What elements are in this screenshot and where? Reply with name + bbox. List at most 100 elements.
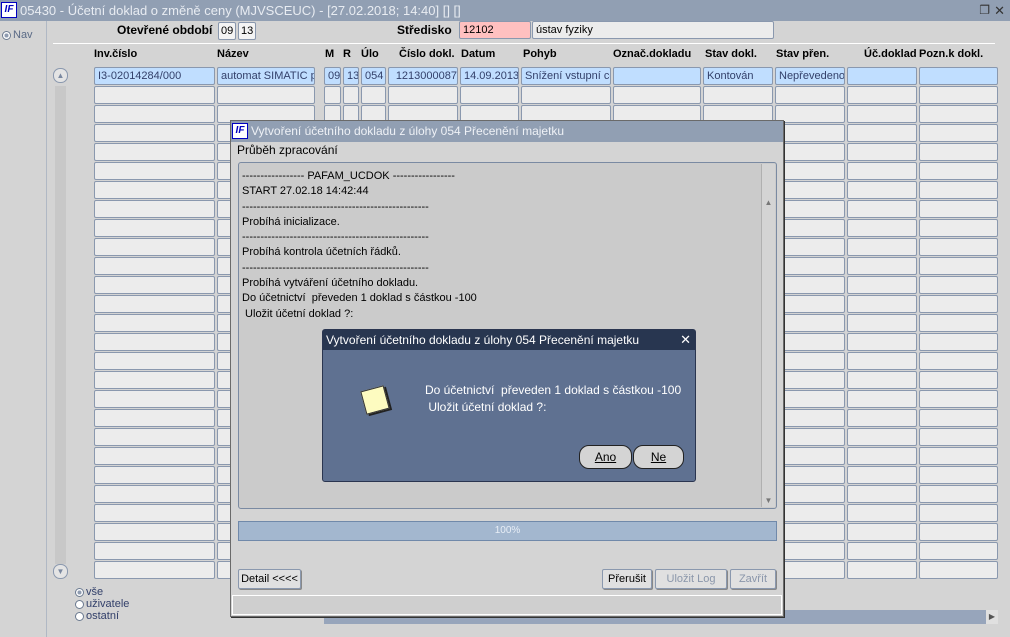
- empty-cell[interactable]: [94, 352, 215, 370]
- detail-button[interactable]: Detail <<<<: [238, 569, 301, 589]
- scroll-down-icon[interactable]: ▼: [762, 493, 775, 507]
- scroll-up-icon[interactable]: ▲: [762, 195, 775, 209]
- empty-cell[interactable]: [919, 542, 998, 560]
- no-button[interactable]: Ne: [633, 445, 684, 469]
- column-header[interactable]: Pohyb: [523, 48, 557, 60]
- empty-cell[interactable]: [775, 86, 845, 104]
- empty-cell[interactable]: [94, 86, 215, 104]
- empty-cell[interactable]: [94, 466, 215, 484]
- close-icon[interactable]: ✕: [680, 330, 691, 350]
- empty-cell[interactable]: [775, 143, 845, 161]
- empty-cell[interactable]: [94, 561, 215, 579]
- empty-cell[interactable]: [919, 352, 998, 370]
- scroll-down-button[interactable]: ▼: [53, 564, 68, 579]
- table-cell[interactable]: 054: [361, 67, 386, 85]
- table-cell[interactable]: Kontován: [703, 67, 773, 85]
- column-header[interactable]: Datum: [461, 48, 495, 60]
- scroll-right-button[interactable]: ▶: [986, 610, 998, 624]
- empty-cell[interactable]: [847, 295, 917, 313]
- empty-cell[interactable]: [919, 409, 998, 427]
- empty-cell[interactable]: [775, 181, 845, 199]
- empty-cell[interactable]: [847, 485, 917, 503]
- empty-cell[interactable]: [847, 200, 917, 218]
- empty-cell[interactable]: [775, 314, 845, 332]
- empty-cell[interactable]: [919, 295, 998, 313]
- table-cell[interactable]: 1213000087: [388, 67, 458, 85]
- scroll-up-button[interactable]: ▲: [53, 68, 68, 83]
- empty-cell[interactable]: [919, 485, 998, 503]
- empty-cell[interactable]: [775, 485, 845, 503]
- column-header[interactable]: Stav přen.: [776, 48, 829, 60]
- restore-icon[interactable]: ❐: [979, 0, 990, 21]
- column-header[interactable]: Stav dokl.: [705, 48, 757, 60]
- empty-cell[interactable]: [919, 124, 998, 142]
- empty-cell[interactable]: [847, 276, 917, 294]
- empty-cell[interactable]: [775, 428, 845, 446]
- empty-cell[interactable]: [919, 466, 998, 484]
- center-code-field[interactable]: 12102: [459, 21, 531, 39]
- empty-cell[interactable]: [94, 409, 215, 427]
- empty-cell[interactable]: [847, 105, 917, 123]
- empty-cell[interactable]: [847, 390, 917, 408]
- empty-cell[interactable]: [775, 447, 845, 465]
- empty-cell[interactable]: [919, 314, 998, 332]
- column-header[interactable]: Úlo: [361, 48, 379, 60]
- column-header[interactable]: Úč.doklad: [864, 48, 917, 60]
- empty-cell[interactable]: [775, 219, 845, 237]
- column-header[interactable]: Inv.číslo: [94, 48, 137, 60]
- table-cell[interactable]: 13: [343, 67, 359, 85]
- empty-cell[interactable]: [919, 162, 998, 180]
- empty-cell[interactable]: [343, 86, 359, 104]
- empty-cell[interactable]: [847, 86, 917, 104]
- table-cell[interactable]: 09: [324, 67, 341, 85]
- empty-cell[interactable]: [847, 523, 917, 541]
- empty-cell[interactable]: [775, 371, 845, 389]
- empty-cell[interactable]: [94, 428, 215, 446]
- table-cell[interactable]: Nepřevedeno: [775, 67, 845, 85]
- empty-cell[interactable]: [919, 105, 998, 123]
- empty-cell[interactable]: [324, 86, 341, 104]
- empty-cell[interactable]: [847, 238, 917, 256]
- empty-cell[interactable]: [94, 447, 215, 465]
- empty-cell[interactable]: [847, 143, 917, 161]
- empty-cell[interactable]: [94, 276, 215, 294]
- empty-cell[interactable]: [919, 181, 998, 199]
- empty-cell[interactable]: [775, 542, 845, 560]
- empty-cell[interactable]: [919, 257, 998, 275]
- yes-button[interactable]: Ano: [579, 445, 632, 469]
- empty-cell[interactable]: [775, 333, 845, 351]
- empty-cell[interactable]: [847, 428, 917, 446]
- empty-cell[interactable]: [847, 162, 917, 180]
- close-icon[interactable]: ✕: [994, 0, 1005, 21]
- period-month-field[interactable]: 09: [218, 22, 236, 40]
- empty-cell[interactable]: [94, 143, 215, 161]
- empty-cell[interactable]: [460, 86, 519, 104]
- empty-cell[interactable]: [775, 561, 845, 579]
- empty-cell[interactable]: [94, 295, 215, 313]
- empty-cell[interactable]: [217, 86, 315, 104]
- empty-cell[interactable]: [775, 124, 845, 142]
- empty-cell[interactable]: [847, 447, 917, 465]
- empty-cell[interactable]: [94, 105, 215, 123]
- empty-cell[interactable]: [94, 238, 215, 256]
- table-cell[interactable]: 14.09.2013: [460, 67, 519, 85]
- empty-cell[interactable]: [361, 86, 386, 104]
- empty-cell[interactable]: [919, 371, 998, 389]
- column-header[interactable]: Číslo dokl.: [399, 48, 455, 60]
- empty-cell[interactable]: [919, 523, 998, 541]
- empty-cell[interactable]: [919, 390, 998, 408]
- table-cell[interactable]: Snížení vstupní ce: [521, 67, 611, 85]
- empty-cell[interactable]: [94, 504, 215, 522]
- empty-cell[interactable]: [847, 333, 917, 351]
- empty-cell[interactable]: [775, 257, 845, 275]
- empty-cell[interactable]: [775, 162, 845, 180]
- empty-cell[interactable]: [775, 200, 845, 218]
- vertical-scrollbar[interactable]: [55, 86, 66, 564]
- empty-cell[interactable]: [847, 371, 917, 389]
- filter-radio[interactable]: vše: [75, 586, 129, 598]
- table-cell[interactable]: I3-02014284/000: [94, 67, 215, 85]
- empty-cell[interactable]: [388, 86, 458, 104]
- empty-cell[interactable]: [94, 181, 215, 199]
- empty-cell[interactable]: [847, 219, 917, 237]
- empty-cell[interactable]: [775, 504, 845, 522]
